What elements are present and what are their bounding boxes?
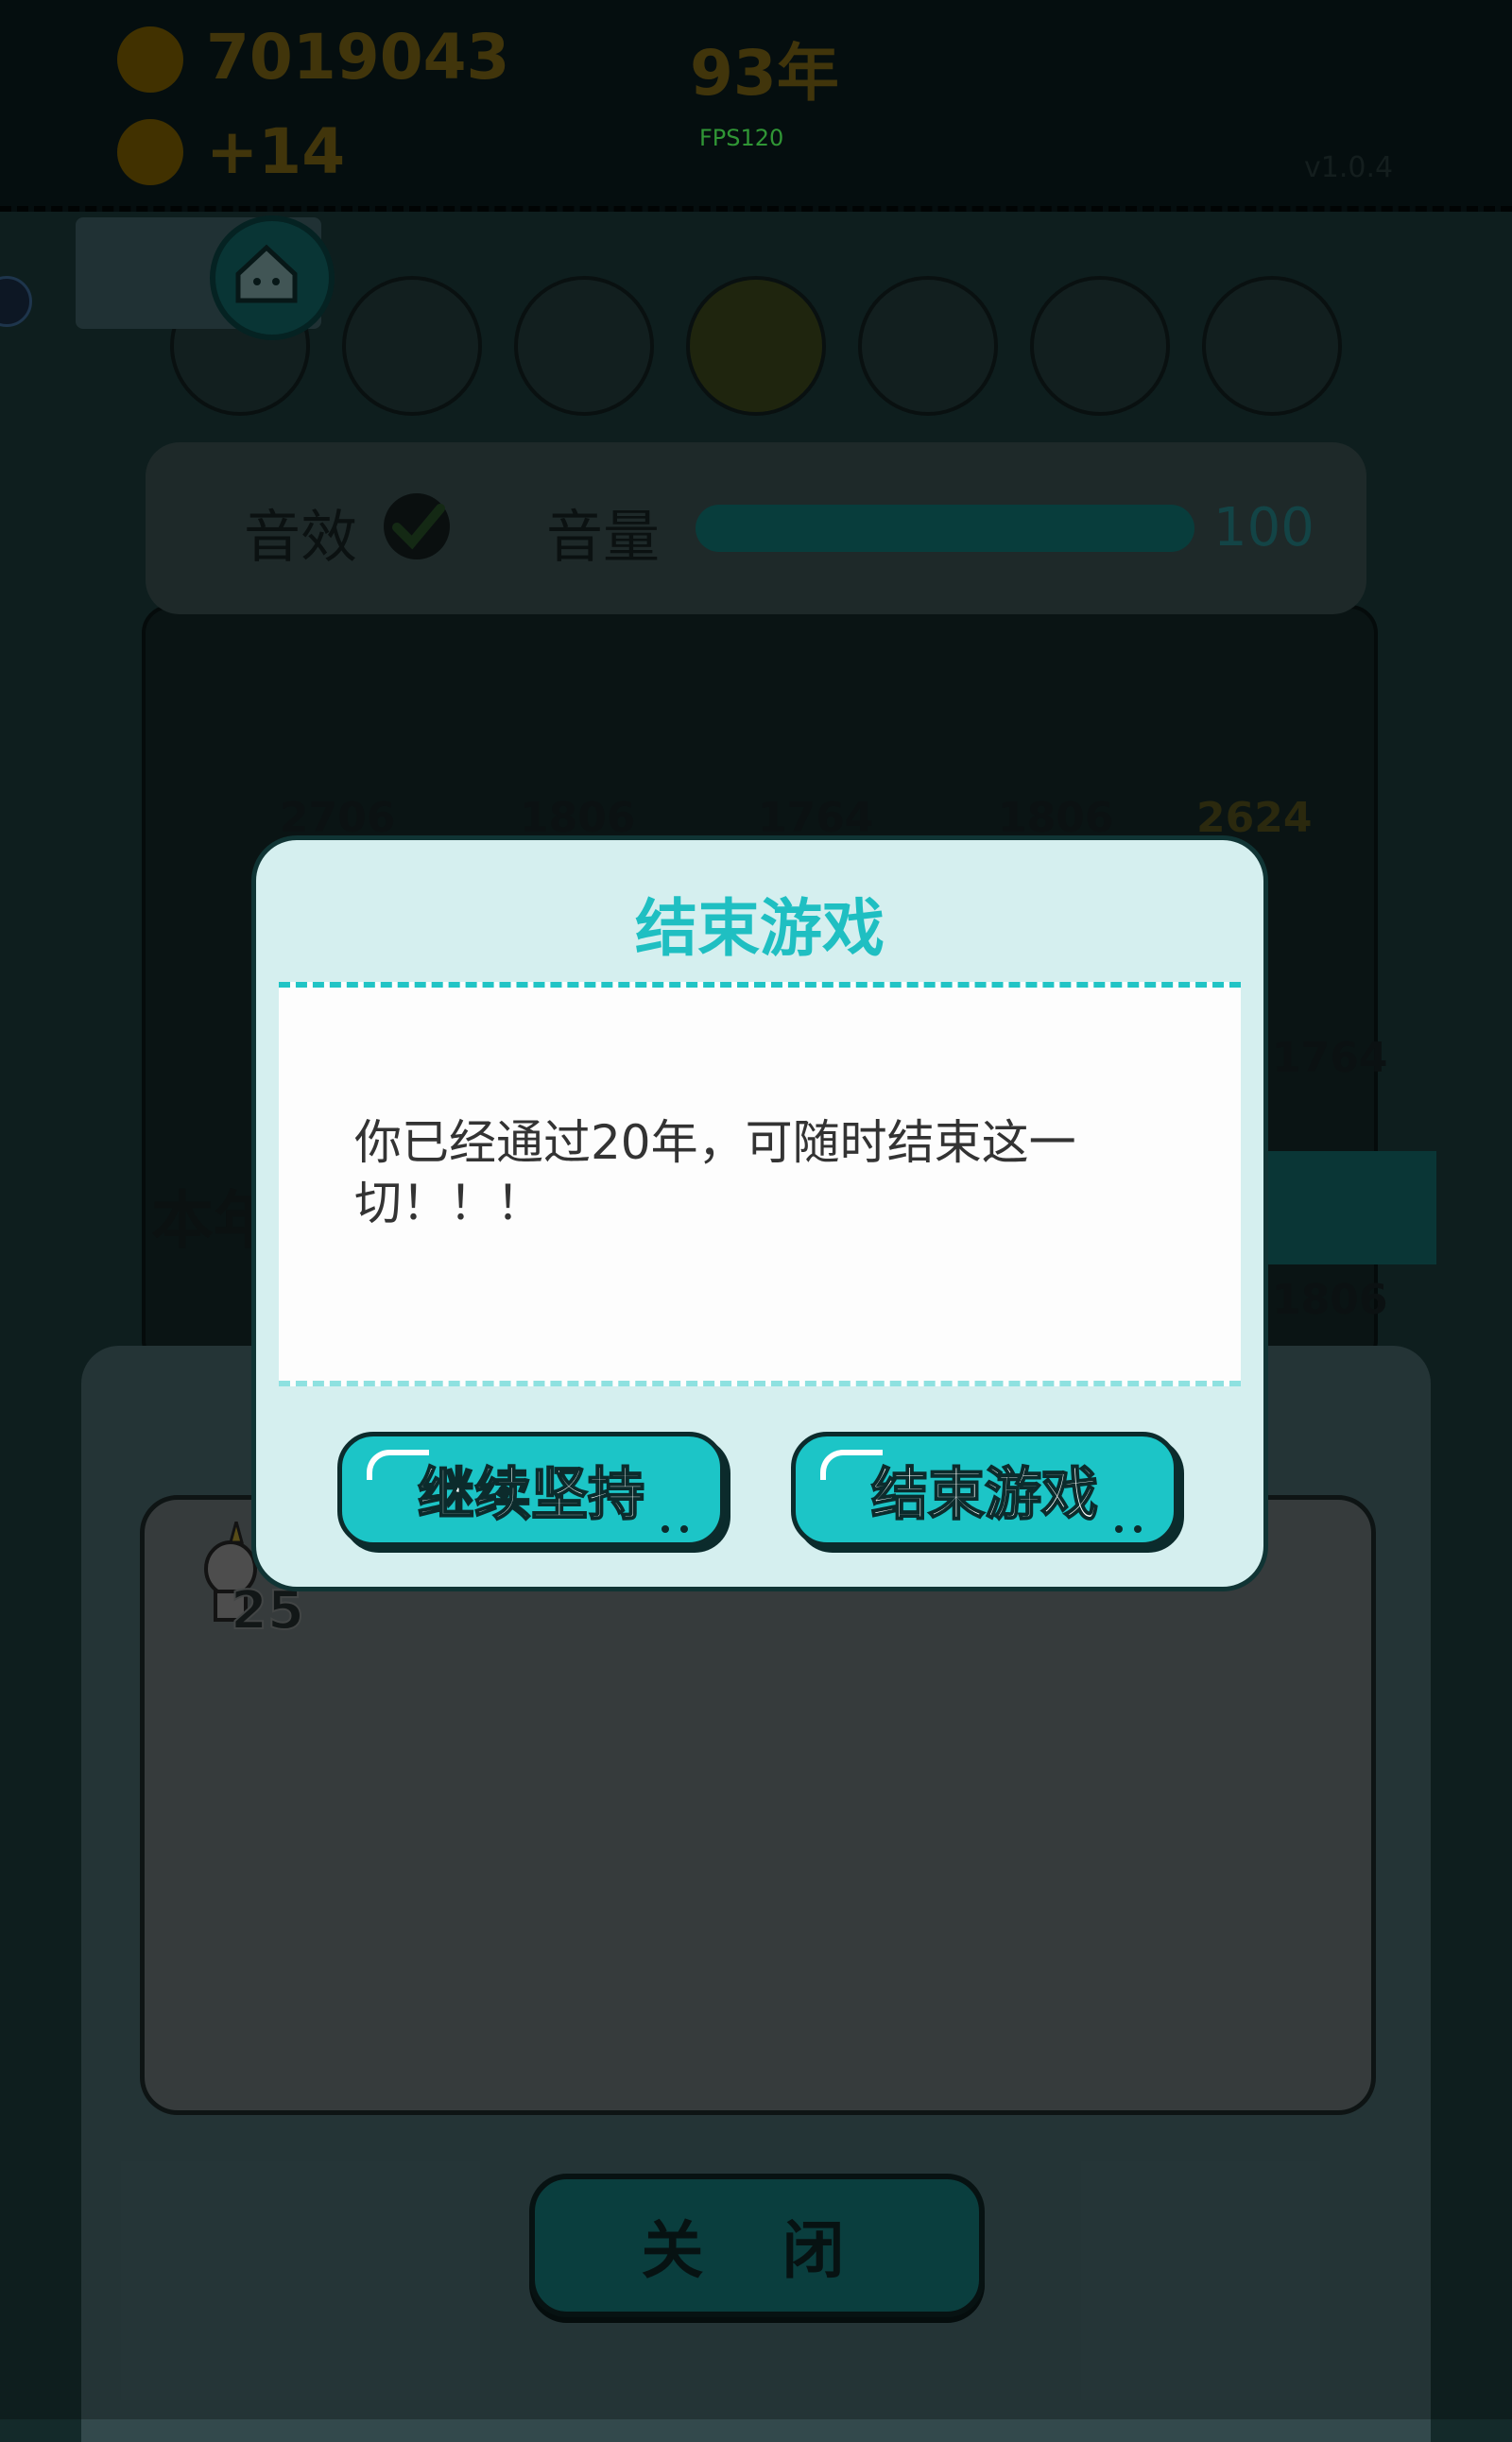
end-game-label: 结束游戏	[870, 1461, 1099, 1529]
dialog-body: 你已经通过20年，可随时结束这一切！！！	[279, 982, 1241, 1386]
dialog-title: 结束游戏	[635, 892, 885, 965]
end-game-dialog: 结束游戏 你已经通过20年，可随时结束这一切！！！ 继续坚持 结束游戏	[251, 835, 1268, 1591]
dialog-message: 你已经通过20年，可随时结束这一切！！！	[354, 1115, 1076, 1230]
continue-label: 继续坚持	[417, 1461, 645, 1529]
continue-button[interactable]: 继续坚持	[337, 1432, 725, 1547]
end-game-button[interactable]: 结束游戏	[791, 1432, 1178, 1547]
